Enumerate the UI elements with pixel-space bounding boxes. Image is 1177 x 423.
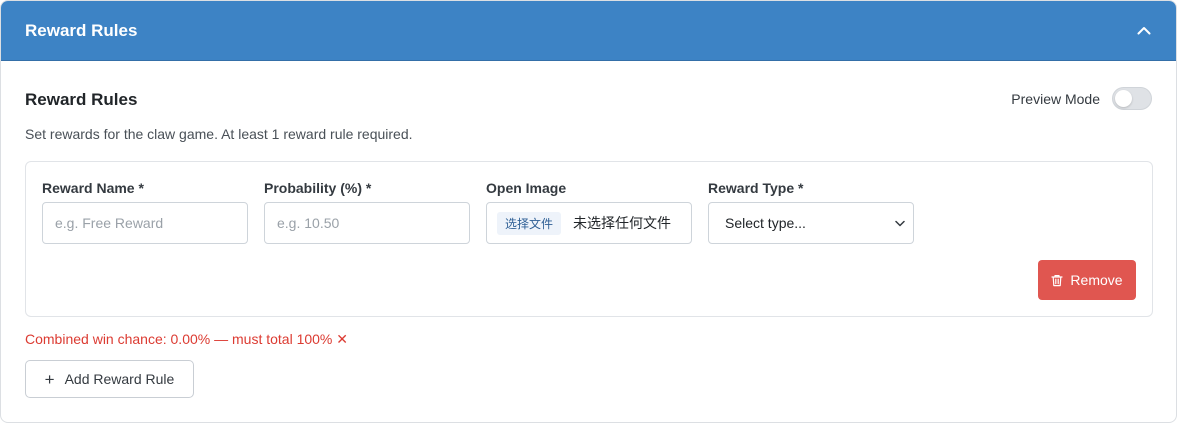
section-title: Reward Rules — [25, 90, 138, 109]
reward-rules-panel: Reward Rules Reward Rules Preview Mode S… — [0, 0, 1177, 423]
section-description: Set rewards for the claw game. At least … — [25, 126, 413, 142]
reward-type-selected: Select type... — [725, 215, 806, 231]
chevron-down-icon — [895, 220, 905, 226]
preview-mode-control: Preview Mode — [1011, 87, 1152, 110]
probability-input[interactable] — [264, 202, 470, 244]
file-status-text: 未选择任何文件 — [573, 215, 672, 231]
reward-rule-card: Reward Name * Probability (%) * Open Ima… — [25, 161, 1153, 317]
probability-field: Probability (%) * — [264, 180, 470, 244]
panel-header[interactable]: Reward Rules — [1, 1, 1176, 61]
reward-name-label: Reward Name * — [42, 180, 144, 196]
open-image-field: Open Image 选择文件 未选择任何文件 — [486, 180, 692, 244]
add-reward-rule-button[interactable]: + Add Reward Rule — [25, 360, 194, 398]
add-reward-rule-label: Add Reward Rule — [64, 371, 175, 387]
reward-name-input[interactable] — [42, 202, 248, 244]
probability-label: Probability (%) * — [264, 180, 372, 196]
remove-rule-button[interactable]: Remove — [1038, 260, 1136, 300]
preview-mode-toggle[interactable] — [1112, 87, 1152, 110]
chevron-up-icon[interactable] — [1132, 19, 1156, 43]
open-image-label: Open Image — [486, 180, 567, 196]
reward-type-label: Reward Type * — [708, 180, 804, 196]
preview-mode-label: Preview Mode — [1011, 90, 1100, 107]
trash-icon — [1051, 274, 1064, 286]
choose-file-button[interactable]: 选择文件 — [497, 211, 562, 235]
reward-name-field: Reward Name * — [42, 180, 248, 244]
remove-label: Remove — [1070, 272, 1123, 288]
reward-type-select[interactable]: Select type... — [708, 202, 914, 244]
toggle-knob — [1115, 90, 1132, 107]
image-file-input[interactable]: 选择文件 未选择任何文件 — [486, 202, 692, 244]
plus-icon: + — [44, 369, 55, 389]
panel-title: Reward Rules — [25, 20, 138, 40]
probability-warning: Combined win chance: 0.00% — must total … — [25, 331, 349, 347]
reward-type-field: Reward Type * Select type... — [708, 180, 914, 244]
